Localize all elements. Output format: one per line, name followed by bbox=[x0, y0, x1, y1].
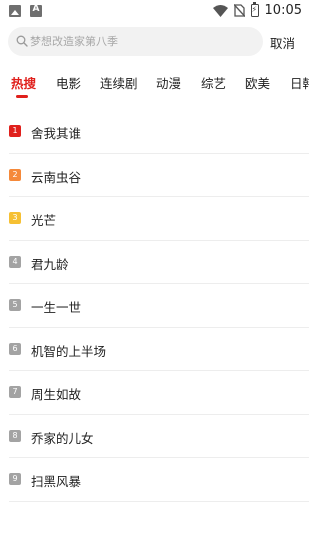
item-title: 周生如故 bbox=[31, 387, 82, 402]
item-title: 舍我其谁 bbox=[31, 126, 82, 141]
no-sim-icon bbox=[233, 4, 245, 17]
rank-badge: 9 bbox=[9, 473, 21, 485]
search-input[interactable] bbox=[30, 27, 255, 56]
hot-search-list: 1 舍我其谁 2 云南虫谷 3 光芒 4 君九龄 5 一生一世 6 机智的上半场… bbox=[0, 110, 309, 502]
item-title: 扫黑风暴 bbox=[31, 474, 82, 489]
list-item[interactable]: 1 舍我其谁 bbox=[9, 110, 309, 154]
list-item[interactable]: 6 机智的上半场 bbox=[9, 328, 309, 371]
rank-badge: 1 bbox=[9, 125, 21, 137]
search-bar[interactable] bbox=[8, 27, 263, 56]
rank-badge: 6 bbox=[9, 342, 21, 355]
a-icon: A bbox=[30, 4, 42, 17]
rank-badge: 7 bbox=[9, 386, 21, 398]
tab-western[interactable]: 欧美 bbox=[245, 73, 270, 92]
tab-variety[interactable]: 综艺 bbox=[201, 73, 226, 92]
tab-hot-search[interactable]: 热搜 bbox=[11, 73, 36, 92]
list-item[interactable]: 4 君九龄 bbox=[9, 241, 309, 284]
list-item[interactable]: 2 云南虫谷 bbox=[9, 154, 309, 197]
cancel-button[interactable]: 取消 bbox=[270, 33, 295, 52]
wifi-icon bbox=[212, 4, 228, 17]
search-icon bbox=[16, 35, 28, 47]
status-bar: A ⚡ 10:05 bbox=[0, 0, 309, 24]
list-item[interactable]: 5 一生一世 bbox=[9, 284, 309, 328]
list-item[interactable]: 9 扫黑风暴 bbox=[9, 458, 309, 502]
tab-japan-korea[interactable]: 日韩 bbox=[290, 73, 309, 92]
active-tab-indicator bbox=[16, 95, 28, 98]
tab-movie[interactable]: 电影 bbox=[56, 73, 81, 92]
rank-badge: 2 bbox=[9, 168, 21, 181]
image-icon bbox=[9, 5, 21, 17]
rank-badge: 8 bbox=[9, 429, 21, 442]
tab-tv-series[interactable]: 连续剧 bbox=[100, 73, 138, 92]
tab-anime[interactable]: 动漫 bbox=[156, 73, 181, 92]
item-title: 机智的上半场 bbox=[31, 343, 107, 359]
list-item[interactable]: 7 周生如故 bbox=[9, 371, 309, 415]
item-title: 云南虫谷 bbox=[31, 169, 82, 185]
item-title: 一生一世 bbox=[31, 300, 82, 315]
system-icons: ⚡ 10:05 bbox=[212, 1, 302, 18]
rank-badge: 3 bbox=[9, 212, 21, 224]
rank-badge: 4 bbox=[9, 255, 21, 268]
list-item[interactable]: 8 乔家的儿女 bbox=[9, 415, 309, 458]
item-title: 君九龄 bbox=[31, 256, 69, 272]
rank-badge: 5 bbox=[9, 299, 21, 311]
item-title: 乔家的儿女 bbox=[31, 430, 94, 446]
notification-icons: A bbox=[9, 4, 42, 17]
item-title: 光芒 bbox=[31, 213, 57, 228]
battery-charging-icon: ⚡ bbox=[250, 1, 259, 17]
clock: 10:05 bbox=[264, 3, 302, 18]
list-item[interactable]: 3 光芒 bbox=[9, 197, 309, 241]
category-tabs: 热搜 电影 连续剧 动漫 综艺 欧美 日韩 bbox=[0, 70, 309, 100]
